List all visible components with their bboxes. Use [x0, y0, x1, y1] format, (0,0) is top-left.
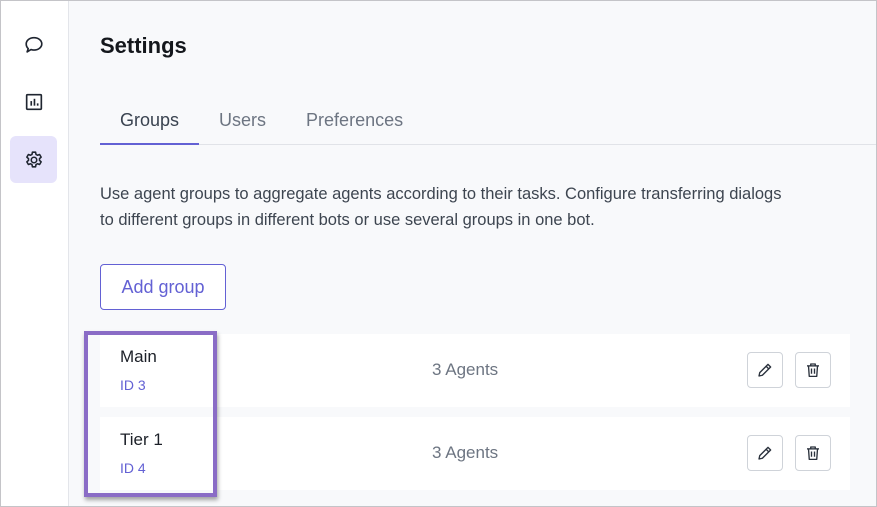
sidebar-item-settings[interactable] [10, 136, 57, 183]
group-row: Tier 1 ID 4 3 Agents [100, 417, 850, 490]
tab-users[interactable]: Users [199, 100, 286, 144]
sidebar-item-analytics[interactable] [10, 78, 57, 125]
page-title: Settings [100, 33, 187, 58]
pencil-icon [758, 363, 772, 377]
edit-group-button[interactable] [747, 352, 783, 388]
trash-icon [807, 363, 819, 378]
chat-bubble-icon [24, 36, 43, 53]
group-agent-count: 3 Agents [432, 443, 499, 462]
groups-description: Use agent groups to aggregate agents acc… [100, 185, 782, 229]
group-name: Main [120, 347, 157, 366]
edit-group-button[interactable] [747, 435, 783, 471]
trash-icon [807, 446, 819, 461]
tab-bar: Groups Users Preferences [100, 100, 876, 145]
tab-preferences[interactable]: Preferences [286, 100, 423, 144]
pencil-icon [758, 446, 772, 460]
group-row: Main ID 3 3 Agents [100, 334, 850, 407]
sidebar [1, 1, 69, 506]
main-content: Settings Groups Users Preferences Use ag… [69, 1, 876, 506]
delete-group-button[interactable] [795, 435, 831, 471]
gear-icon [25, 150, 42, 168]
bar-chart-icon [25, 93, 42, 110]
delete-group-button[interactable] [795, 352, 831, 388]
group-id: ID 3 [120, 377, 146, 393]
group-name: Tier 1 [120, 430, 163, 449]
sidebar-item-chat[interactable] [10, 21, 57, 68]
app-window: Settings Groups Users Preferences Use ag… [0, 0, 877, 507]
group-id: ID 4 [120, 460, 146, 476]
add-group-button[interactable]: Add group [100, 264, 226, 310]
group-agent-count: 3 Agents [432, 360, 499, 379]
tab-groups[interactable]: Groups [100, 100, 200, 145]
